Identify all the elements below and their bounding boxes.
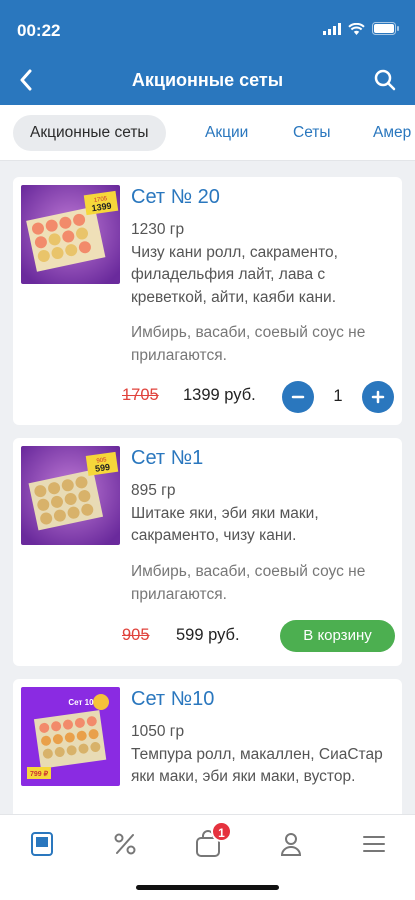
old-price: 1705 bbox=[122, 386, 159, 404]
product-image[interactable]: Сет 10 799 ₽ bbox=[21, 687, 120, 786]
nav-more-tab[interactable] bbox=[354, 827, 394, 861]
product-card[interactable]: 905 599 Сет №1 895 гр Шитаке яки, эби як… bbox=[13, 438, 402, 666]
user-icon bbox=[280, 833, 302, 856]
battery-icon bbox=[372, 22, 399, 35]
tab-promos[interactable]: Акции bbox=[188, 115, 265, 151]
minus-icon bbox=[291, 395, 305, 399]
page-title: Акционные сеты bbox=[131, 70, 284, 90]
cart-count-badge: 1 bbox=[211, 821, 232, 842]
tab-american[interactable]: Амер bbox=[356, 115, 415, 151]
status-time: 00:22 bbox=[17, 21, 61, 40]
increase-quantity-button[interactable] bbox=[362, 381, 394, 413]
home-indicator bbox=[136, 885, 279, 890]
category-tabs: Акционные сеты Акции Сеты Амер bbox=[0, 105, 415, 161]
add-to-cart-button[interactable]: В корзину bbox=[280, 620, 395, 652]
nav-promotions-tab[interactable] bbox=[105, 827, 145, 861]
product-title[interactable]: Сет №1 bbox=[131, 447, 203, 470]
promo-set-label: Сет 10 bbox=[68, 698, 94, 707]
signal-icon bbox=[323, 22, 341, 35]
product-note: Имбирь, васаби, соевый соус не прилагают… bbox=[131, 563, 366, 603]
price: 599 руб. bbox=[176, 626, 240, 644]
product-note: Имбирь, васаби, соевый соус не прилагают… bbox=[131, 324, 366, 364]
search-button[interactable] bbox=[367, 62, 403, 98]
menu-book-icon bbox=[31, 832, 53, 856]
app-header: 00:22 Акционные сеты bbox=[0, 0, 415, 105]
percent-icon bbox=[114, 833, 136, 855]
promo-price-label: 799 ₽ bbox=[30, 770, 49, 778]
product-card[interactable]: Сет 10 799 ₽ Сет №10 1050 гр Темпура рол… bbox=[13, 679, 402, 819]
status-bar: 00:22 bbox=[0, 0, 415, 56]
product-description: 895 гр Шитаке яки, эби яки маки, сакраме… bbox=[131, 482, 319, 544]
product-image[interactable]: 905 599 bbox=[21, 446, 120, 545]
tab-promo-sets[interactable]: Акционные сеты bbox=[13, 115, 166, 151]
product-description: 1050 гр Темпура ролл, макаллен, СиаСтар … bbox=[131, 723, 383, 785]
tab-sets[interactable]: Сеты bbox=[276, 115, 348, 151]
nav-bar: Акционные сеты bbox=[0, 56, 415, 105]
price: 1399 руб. bbox=[183, 386, 256, 404]
product-card[interactable]: 1705 1399 Сет № 20 1230 гр Чизу кани рол… bbox=[13, 177, 402, 425]
old-price: 905 bbox=[122, 626, 150, 644]
product-title[interactable]: Сет № 20 bbox=[131, 186, 220, 209]
search-icon bbox=[374, 69, 396, 91]
nav-menu-tab[interactable] bbox=[22, 827, 62, 861]
promo-price-label: 599 bbox=[94, 462, 110, 474]
product-title[interactable]: Сет №10 bbox=[131, 688, 214, 711]
hamburger-menu-icon bbox=[363, 836, 385, 852]
product-description: 1230 гр Чизу кани ролл, сакраменто, фила… bbox=[131, 221, 338, 306]
quantity-value: 1 bbox=[333, 387, 343, 405]
decrease-quantity-button[interactable] bbox=[282, 381, 314, 413]
product-image[interactable]: 1705 1399 bbox=[21, 185, 120, 284]
status-icons bbox=[323, 22, 399, 35]
nav-profile-tab[interactable] bbox=[271, 827, 311, 861]
wifi-icon bbox=[348, 22, 365, 35]
plus-icon bbox=[371, 390, 385, 404]
